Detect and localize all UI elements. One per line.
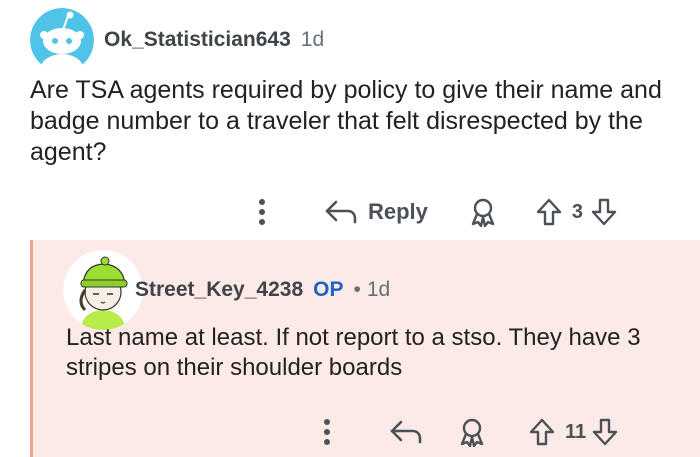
parent-age: 1d	[300, 28, 325, 51]
parent-actions: Reply 3	[250, 196, 617, 228]
reply-username[interactable]: Street_Key_4238	[135, 278, 303, 302]
parent-user-row: Ok_Statistician643 1d	[104, 28, 324, 52]
award-icon[interactable]	[468, 197, 498, 227]
separator-dot: •	[353, 278, 361, 301]
reply-user-row: Street_Key_4238 OP • 1d	[135, 278, 390, 302]
reply-age: 1d	[366, 278, 391, 301]
parent-comment-text: Are TSA agents required by policy to giv…	[30, 76, 662, 166]
upvote-icon[interactable]	[529, 418, 555, 446]
reply-button[interactable]: Reply	[324, 198, 428, 226]
parent-comment: Ok_Statistician643 1d Are TSA agents req…	[0, 0, 700, 240]
downvote-icon[interactable]	[592, 418, 618, 446]
parent-avatar[interactable]	[30, 8, 94, 72]
more-options-icon[interactable]	[315, 416, 339, 448]
award-icon[interactable]	[457, 417, 487, 447]
reply-vote-count: 11	[565, 420, 587, 443]
downvote-icon[interactable]	[591, 198, 617, 226]
snoo-avatar-icon	[30, 8, 94, 72]
reply-comment-text: Last name at least. If not report to a s…	[66, 324, 641, 381]
upvote-icon[interactable]	[536, 198, 562, 226]
reply-arrow-icon	[324, 198, 358, 226]
reply-actions: 11	[315, 416, 618, 448]
reply-avatar[interactable]	[63, 250, 143, 330]
more-options-icon[interactable]	[250, 196, 274, 228]
op-badge: OP	[313, 278, 344, 301]
character-avatar-icon	[63, 250, 143, 330]
parent-vote-count: 3	[571, 200, 584, 223]
reply-comment: Street_Key_4238 OP • 1d Last name at lea…	[30, 240, 700, 457]
parent-username[interactable]: Ok_Statistician643	[104, 28, 291, 52]
reply-label: Reply	[368, 199, 428, 224]
reply-arrow-icon[interactable]	[389, 418, 423, 446]
